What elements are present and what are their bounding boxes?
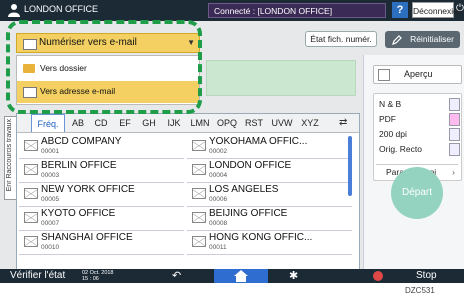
resolution: 200 dpi [379,129,407,139]
envelope-icon [24,164,38,175]
entry-name: KYOTO OFFICE [41,208,116,219]
entry-number: 00003 [41,172,60,179]
list-item[interactable]: YOKOHAMA OFFIC... 00002 [187,135,352,159]
entry-number: 00010 [41,244,60,251]
entry-number: 00008 [209,220,228,227]
sort-icon[interactable]: ⇄ [339,117,353,129]
list-item[interactable]: LOS ANGELES 00006 [187,183,352,207]
stop-button[interactable]: Stop [416,269,437,283]
tab-ab[interactable]: AB [67,114,89,132]
tab-ijk[interactable]: IJK [162,114,186,132]
envelope-icon [24,140,38,151]
bottom-bar: Vérifier l'état 02 Oct. 2018 15 : 06 ↶ ✱… [0,269,464,283]
envelope-icon [192,188,206,199]
tab-uvw[interactable]: UVW [268,114,296,132]
list-item[interactable]: LONDON OFFICE 00004 [187,159,352,183]
index-tabs: Fréq. AB CD EF GH IJK LMN OPQ RST UVW XY… [17,114,359,133]
original-icon [449,143,460,156]
entry-name: LOS ANGELES [209,184,279,195]
entry-name: BEIJING OFFICE [209,208,288,219]
date-time: 02 Oct. 2018 15 : 06 [82,270,114,282]
color-mode: N & B [379,99,402,109]
envelope-icon [192,140,206,151]
message-area [206,60,356,96]
entry-number: 00001 [41,148,60,155]
tab-cd[interactable]: CD [90,114,112,132]
list-item[interactable]: BERLIN OFFICE 00003 [19,159,184,183]
pencil-icon [392,35,402,45]
tab-opq[interactable]: OPQ [214,114,240,132]
entry-number: 00005 [41,196,60,203]
home-button[interactable] [214,269,268,283]
envelope-icon [192,212,206,223]
envelope-icon [192,236,206,247]
envelope-icon [24,212,38,223]
shortcuts-tab-label: Enr Raccourcis travaux [6,119,13,192]
tab-gh[interactable]: GH [137,114,161,132]
address-book: Fréq. AB CD EF GH IJK LMN OPQ RST UVW XY… [16,113,360,271]
logout-button[interactable]: Déconnexion [412,2,463,18]
help-button[interactable]: ? [392,2,408,18]
original-side: Orig. Recto [379,144,422,154]
file-format: PDF [379,114,396,124]
color-mode-icon [449,98,460,111]
entry-number: 00011 [209,244,227,251]
entry-name: YOKOHAMA OFFIC... [209,136,308,147]
preview-toggle[interactable]: Aperçu [373,65,462,84]
top-bar: LONDON OFFICE Connecté : [LONDON OFFICE]… [0,0,464,21]
pdf-icon [449,113,460,126]
reset-button[interactable]: Réinitialiser [385,31,460,48]
check-status-button[interactable]: Vérifier l'état [10,269,65,283]
power-icon[interactable]: ⏻ [456,3,464,17]
list-item[interactable]: BEIJING OFFICE 00008 [187,207,352,231]
back-icon[interactable]: ↶ [172,270,181,282]
entry-name: SHANGHAI OFFICE [41,232,133,243]
resolution-icon [449,128,460,141]
entry-number: 00004 [209,172,228,179]
chevron-right-icon: › [452,167,455,177]
highlight-outline [6,20,202,114]
tab-freq[interactable]: Fréq. [31,114,65,132]
entry-number: 00006 [209,196,228,203]
figure-code: DZC531 [405,286,435,295]
time: 15 : 06 [82,276,99,282]
start-button[interactable]: Départ [391,167,443,219]
envelope-icon [24,188,38,199]
entry-name: BERLIN OFFICE [41,160,117,171]
scanner-screen: LONDON OFFICE Connecté : [LONDON OFFICE]… [0,0,464,283]
gear-icon[interactable]: ✱ [289,269,298,283]
user-icon [8,4,20,17]
tab-ef[interactable]: EF [114,114,136,132]
envelope-icon [24,236,38,247]
tab-rst[interactable]: RST [241,114,267,132]
entry-name: NEW YORK OFFICE [41,184,135,195]
list-item[interactable]: HONG KONG OFFIC... 00011 [187,231,352,255]
user-name: LONDON OFFICE [24,4,99,14]
stop-icon[interactable] [373,271,383,281]
entry-name: LONDON OFFICE [209,160,292,171]
tab-lmn[interactable]: LMN [187,114,213,132]
list-scrollbar[interactable] [348,136,352,196]
list-item[interactable]: ABCD COMPANY 00001 [19,135,184,159]
reset-label: Réinitialiser [410,34,454,44]
tab-xyz[interactable]: XYZ [297,114,323,132]
connection-status: Connecté : [LONDON OFFICE] [208,3,386,18]
file-status-button[interactable]: État fich. numér. [305,31,377,47]
entry-number: 00007 [41,220,60,227]
entry-name: ABCD COMPANY [41,136,122,147]
envelope-icon [192,164,206,175]
list-item[interactable]: NEW YORK OFFICE 00005 [19,183,184,207]
list-item[interactable]: SHANGHAI OFFICE 00010 [19,231,184,255]
settings-panel: Aperçu N & B PDF 200 dpi Orig. Recto Par… [363,55,464,269]
entry-name: HONG KONG OFFIC... [209,232,313,243]
home-icon [234,270,248,282]
list-item[interactable]: KYOTO OFFICE 00007 [19,207,184,231]
entry-number: 00002 [209,148,228,155]
preview-label: Aperçu [404,69,433,79]
preview-checkbox[interactable] [378,69,390,81]
